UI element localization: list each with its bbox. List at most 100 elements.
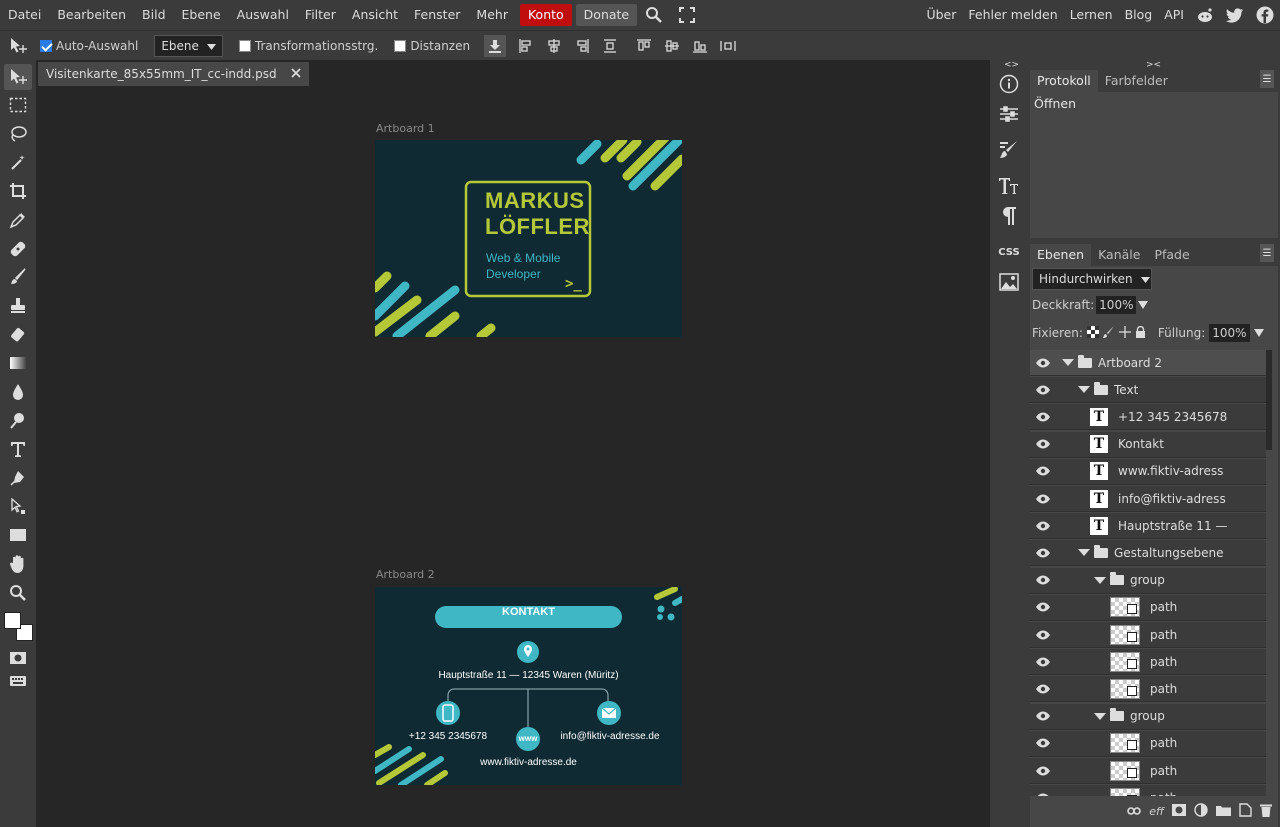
paragraph-panel-button[interactable] xyxy=(994,202,1024,230)
target-select[interactable]: Ebene xyxy=(154,34,223,57)
eye-icon[interactable] xyxy=(1030,548,1056,558)
stamp-tool-button[interactable] xyxy=(4,293,32,319)
eye-icon[interactable] xyxy=(1030,385,1056,395)
new-group-icon[interactable] xyxy=(1216,804,1231,819)
menu-fehler-melden[interactable]: Fehler melden xyxy=(962,4,1063,26)
tab-ebenen[interactable]: Ebenen xyxy=(1030,244,1092,266)
eye-icon[interactable] xyxy=(1030,657,1056,667)
keyboard-button[interactable] xyxy=(4,668,32,694)
opacity-dropdown-icon[interactable] xyxy=(1138,298,1149,312)
css-panel-button[interactable]: CSS xyxy=(994,238,1024,266)
character-panel-button[interactable] xyxy=(994,172,1024,200)
search-icon[interactable] xyxy=(637,4,671,26)
mask-icon[interactable] xyxy=(1172,804,1186,819)
blend-mode-select[interactable]: Hindurchwirken xyxy=(1032,268,1152,290)
new-layer-icon[interactable] xyxy=(1239,803,1252,820)
image-panel-button[interactable] xyxy=(994,268,1024,296)
eye-icon[interactable] xyxy=(1030,684,1056,694)
eye-icon[interactable] xyxy=(1030,793,1056,796)
menu-lernen[interactable]: Lernen xyxy=(1064,4,1119,26)
facebook-icon[interactable] xyxy=(1250,4,1280,26)
trash-icon[interactable] xyxy=(1260,803,1272,820)
layer-row-text[interactable]: Tinfo@fiktiv-adress xyxy=(1030,486,1266,512)
layer-row-text[interactable]: T Hauptstraße 11 — xyxy=(1030,513,1266,540)
adjustment-layer-icon[interactable] xyxy=(1194,803,1208,820)
layer-row-path[interactable]: path xyxy=(1030,785,1266,796)
hand-tool-button[interactable] xyxy=(4,551,32,577)
link-icon[interactable] xyxy=(1127,805,1142,819)
tab-protokoll[interactable]: Protokoll xyxy=(1030,70,1098,92)
eye-icon[interactable] xyxy=(1030,412,1056,422)
move-tool-button[interactable] xyxy=(4,64,32,90)
menu-ueber[interactable]: Über xyxy=(920,4,962,26)
menu-filter[interactable]: Filter xyxy=(297,4,344,26)
close-icon[interactable] xyxy=(290,67,301,81)
lock-transparency-icon[interactable] xyxy=(1086,325,1099,341)
eraser-tool-button[interactable] xyxy=(4,322,32,348)
auto-select-checkbox[interactable]: Auto-Auswahl xyxy=(40,39,138,53)
history-item[interactable]: Öffnen xyxy=(1030,92,1278,115)
download-icon[interactable] xyxy=(484,34,507,57)
menu-bild[interactable]: Bild xyxy=(134,4,173,26)
eye-icon[interactable] xyxy=(1030,630,1056,640)
layer-row-folder[interactable]: Artboard 2 xyxy=(1030,350,1266,376)
layer-row-path[interactable]: path xyxy=(1030,676,1266,703)
layer-row-path[interactable]: path xyxy=(1030,622,1266,648)
layer-row-text[interactable]: Twww.fiktiv-adress xyxy=(1030,458,1266,485)
expand-triangle-icon[interactable] xyxy=(1094,712,1106,720)
twitter-icon[interactable] xyxy=(1220,4,1250,26)
eye-icon[interactable] xyxy=(1030,521,1056,531)
eye-icon[interactable] xyxy=(1030,575,1056,585)
gradient-tool-button[interactable] xyxy=(4,350,32,376)
menu-bearbeiten[interactable]: Bearbeiten xyxy=(49,4,134,26)
pen-tool-button[interactable] xyxy=(4,465,32,491)
eye-icon[interactable] xyxy=(1030,602,1056,612)
crop-tool-button[interactable] xyxy=(4,178,32,204)
menu-ebene[interactable]: Ebene xyxy=(174,4,229,26)
eye-icon[interactable] xyxy=(1030,711,1056,721)
tab-kanaele[interactable]: Kanäle xyxy=(1091,244,1147,266)
menu-ansicht[interactable]: Ansicht xyxy=(344,4,406,26)
path-select-tool-button[interactable] xyxy=(4,494,32,520)
align-vcenter-icon[interactable] xyxy=(658,38,686,54)
expand-triangle-icon[interactable] xyxy=(1078,386,1090,394)
eye-icon[interactable] xyxy=(1030,466,1056,476)
eye-icon[interactable] xyxy=(1030,766,1056,776)
fill-dropdown-icon[interactable] xyxy=(1253,326,1264,340)
healing-tool-button[interactable] xyxy=(4,236,32,262)
layer-row-folder[interactable]: Gestaltungsebene xyxy=(1030,540,1266,567)
layer-row-path[interactable]: path xyxy=(1030,594,1266,621)
tab-pfade[interactable]: Pfade xyxy=(1147,244,1196,266)
expand-triangle-icon[interactable] xyxy=(1078,549,1090,557)
fullscreen-icon[interactable] xyxy=(671,4,703,26)
align-right-icon[interactable] xyxy=(568,38,596,54)
align-left-icon[interactable] xyxy=(512,38,540,54)
document-tab[interactable]: Visitenkarte_85x55mm_IT_cc-indd.psd xyxy=(38,62,309,86)
expand-triangle-icon[interactable] xyxy=(1094,576,1106,584)
layers-menu-icon[interactable]: ☰ xyxy=(1260,244,1274,262)
eyedropper-tool-button[interactable] xyxy=(4,207,32,233)
layer-row-folder[interactable]: group xyxy=(1030,703,1266,730)
brush-panel-button[interactable] xyxy=(994,136,1024,164)
layer-row-path[interactable]: path xyxy=(1030,758,1266,784)
lock-all-icon[interactable] xyxy=(1135,325,1146,341)
layer-row-folder[interactable]: Text xyxy=(1030,377,1266,404)
menu-mehr[interactable]: Mehr xyxy=(468,4,516,26)
zoom-tool-button[interactable] xyxy=(4,580,32,606)
reddit-icon[interactable] xyxy=(1190,4,1220,26)
transform-controls-checkbox[interactable]: Transformationsstrg. xyxy=(238,39,378,53)
blur-tool-button[interactable] xyxy=(4,379,32,405)
dodge-tool-button[interactable] xyxy=(4,408,32,434)
align-top-icon[interactable] xyxy=(630,38,658,54)
lock-position-icon[interactable] xyxy=(1118,325,1131,341)
eye-icon[interactable] xyxy=(1030,738,1056,748)
distribute-h-icon[interactable] xyxy=(596,38,624,54)
menu-datei[interactable]: Datei xyxy=(0,4,49,26)
menu-auswahl[interactable]: Auswahl xyxy=(229,4,297,26)
color-swatches[interactable] xyxy=(4,612,34,642)
collapse-arrows-icon[interactable]: <> xyxy=(1004,60,1019,70)
tab-farbfelder[interactable]: Farbfelder xyxy=(1098,70,1175,92)
adjustments-panel-button[interactable] xyxy=(994,100,1024,128)
menu-fenster[interactable]: Fenster xyxy=(406,4,468,26)
marquee-tool-button[interactable] xyxy=(4,92,32,118)
